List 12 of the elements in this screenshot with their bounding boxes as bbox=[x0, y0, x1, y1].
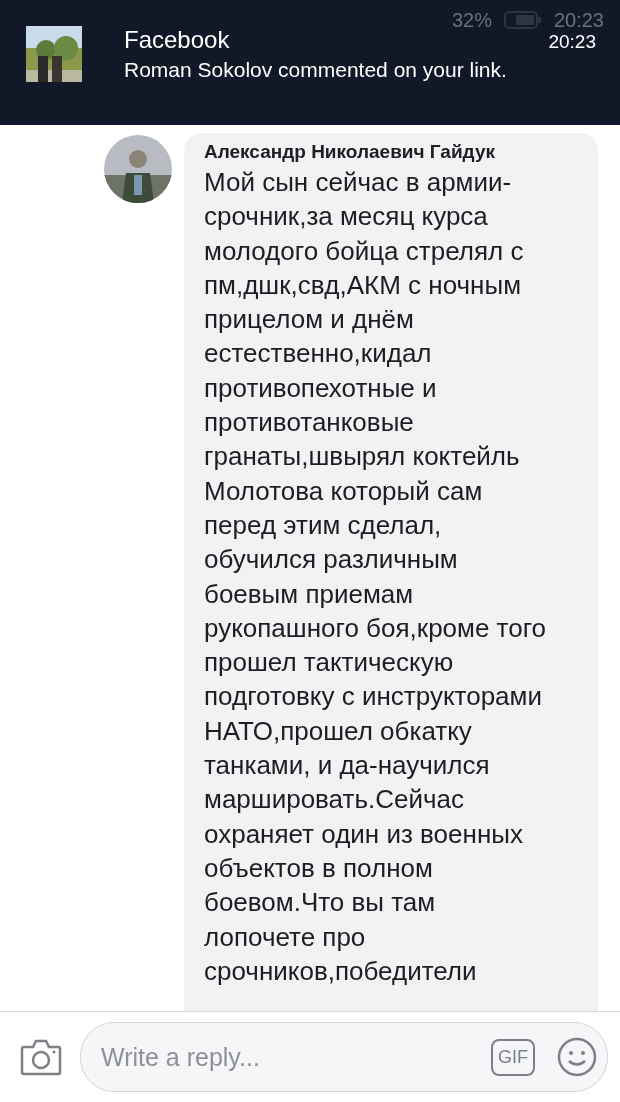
comment-text: Мой сын сейчас в армии- срочник,за месяц курса молодого бойца стрелял с пм,дшк,свд,АКМ с ночным прицелом и днём естественно,кидал противопехотные и противотанковые гранаты,швырял коктейль Молотова который сам перед этим сделал, обучился различным боевым приемам рукопашного боя,кроме того прошел тактическую подготовку с инструкторами НАТО,прошел обкатку танками, и да-научился маршировать.Сейчас охраняет один из военных объектов в полном боевом.Что вы там лопочете про срочников,победители bbox=[204, 166, 548, 988]
notification-time: 20:23 bbox=[548, 31, 596, 53]
reply-field[interactable]: Write a reply... GIF bbox=[80, 1022, 608, 1092]
notification-message[interactable]: Roman Sokolov commented on your link. bbox=[124, 58, 596, 82]
app-name: Facebook bbox=[124, 26, 230, 54]
gif-button[interactable]: GIF bbox=[491, 1038, 535, 1076]
battery-icon bbox=[503, 11, 542, 29]
clock: 20:23 bbox=[553, 8, 604, 32]
battery-percent: 32% bbox=[451, 8, 492, 32]
camera-icon[interactable] bbox=[20, 1038, 62, 1076]
comment-author[interactable]: Александр Николаевич Гайдук bbox=[204, 141, 578, 163]
smiley-icon[interactable] bbox=[557, 1037, 597, 1077]
